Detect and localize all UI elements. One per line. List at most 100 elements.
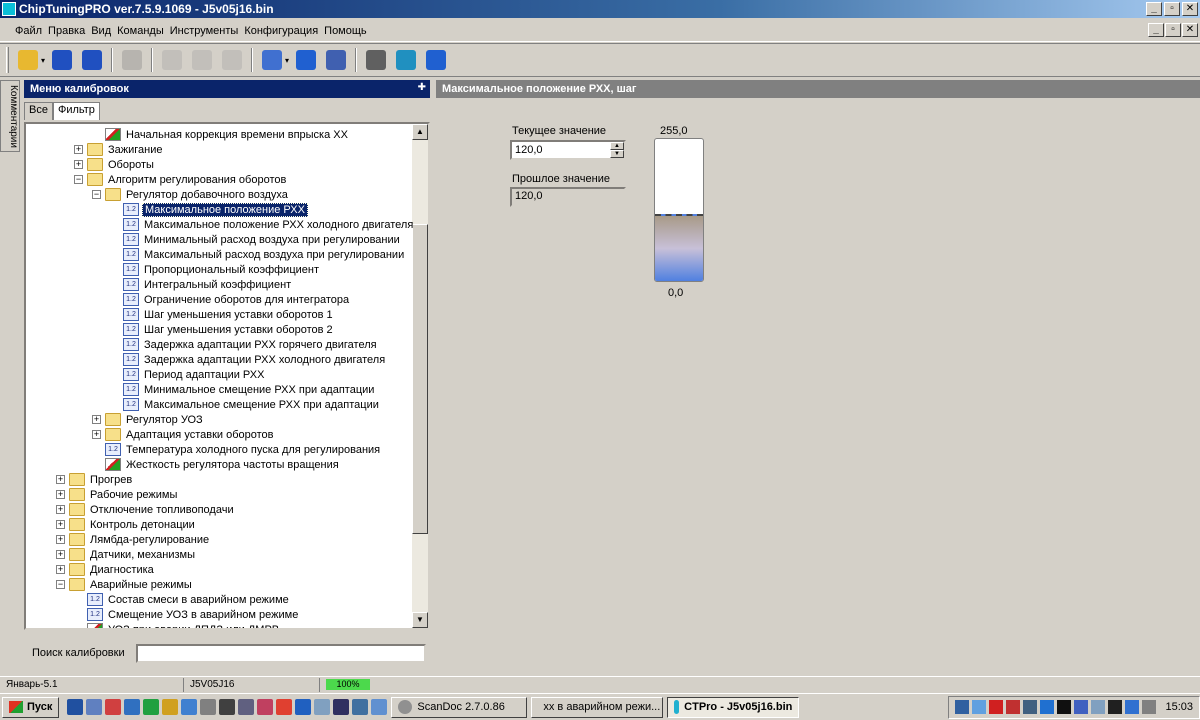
tree-item[interactable]: − Аварийные режимы — [56, 577, 194, 592]
quick-launch-icon[interactable] — [105, 699, 122, 715]
toolbar-grip[interactable] — [6, 47, 9, 73]
expand-icon[interactable]: + — [56, 475, 65, 484]
mdi-minimize-button[interactable]: _ — [1148, 23, 1164, 37]
copy-button[interactable] — [159, 47, 185, 73]
paste-button[interactable] — [189, 47, 215, 73]
info-button[interactable] — [293, 47, 319, 73]
search-button[interactable] — [323, 47, 349, 73]
print-button[interactable] — [119, 47, 145, 73]
tray-icon[interactable] — [1108, 700, 1123, 714]
menu-tools[interactable]: Инструменты — [167, 25, 242, 37]
tree-item[interactable]: 1.2 Период адаптации РХХ — [110, 367, 266, 382]
expand-icon[interactable]: + — [56, 565, 65, 574]
taskbar-task[interactable]: ScanDoc 2.7.0.86 — [391, 696, 528, 718]
tree-item[interactable]: + Адаптация уставки оборотов — [92, 427, 276, 442]
scroll-up-button[interactable]: ▲ — [412, 124, 428, 140]
undo-button[interactable] — [219, 47, 245, 73]
quick-launch-icon[interactable] — [143, 699, 160, 715]
tray-icon[interactable] — [1006, 700, 1021, 714]
quick-launch-icon[interactable] — [238, 699, 255, 715]
clock[interactable]: 15:03 — [1165, 701, 1193, 713]
dropdown-arrow-icon[interactable]: ▾ — [41, 56, 45, 65]
tree-item[interactable]: + Регулятор УОЗ — [92, 412, 205, 427]
tree-item[interactable]: + Зажигание — [74, 142, 165, 157]
quick-launch-icon[interactable] — [371, 699, 388, 715]
expand-icon[interactable]: + — [92, 430, 101, 439]
help-button[interactable] — [423, 47, 449, 73]
save-as-button[interactable] — [79, 47, 105, 73]
start-button[interactable]: Пуск — [2, 696, 60, 718]
quick-launch-icon[interactable] — [67, 699, 84, 715]
tree-item[interactable]: − Регулятор добавочного воздуха — [92, 187, 290, 202]
tree-item[interactable]: + Обороты — [74, 157, 156, 172]
tree-item[interactable]: + Лямбда-регулирование — [56, 532, 211, 547]
tree-item[interactable]: 1.2 Задержка адаптации РХХ горячего двига… — [110, 337, 379, 352]
tree-item[interactable]: УОЗ при аварии ДПДЗ или ДМРВ — [74, 622, 281, 628]
tree-item[interactable]: 1.2 Шаг уменьшения уставки оборотов 2 — [110, 322, 335, 337]
tree-item[interactable]: 1.2 Максимальное смещение РХХ при адаптац… — [110, 397, 381, 412]
close-button[interactable]: ✕ — [1182, 2, 1198, 16]
tree-item[interactable]: Начальная коррекция времени впрыска XX — [92, 127, 350, 142]
tree-item[interactable]: 1.2 Задержка адаптации РХХ холодного двиг… — [110, 352, 387, 367]
tree-item[interactable]: 1.2 Максимальный расход воздуха при регул… — [110, 247, 406, 262]
expand-icon[interactable]: + — [56, 520, 65, 529]
tree-item[interactable]: + Рабочие режимы — [56, 487, 179, 502]
comments-tab[interactable]: Комментарии — [0, 80, 20, 152]
tree-item[interactable]: 1.2 Шаг уменьшения уставки оборотов 1 — [110, 307, 335, 322]
mdi-close-button[interactable]: ✕ — [1182, 23, 1198, 37]
tray-icon[interactable] — [1023, 700, 1038, 714]
collapse-icon[interactable]: − — [56, 580, 65, 589]
quick-launch-icon[interactable] — [276, 699, 293, 715]
quick-launch-icon[interactable] — [200, 699, 217, 715]
tree-item[interactable]: Жесткость регулятора частоты вращения — [92, 457, 341, 472]
taskbar-task[interactable]: CTPro - J5v05j16.bin — [667, 696, 800, 718]
tree-item[interactable]: + Прогрев — [56, 472, 134, 487]
compare-button[interactable] — [259, 47, 285, 73]
expand-icon[interactable]: + — [56, 490, 65, 499]
tree-item[interactable]: 1.2 Максимальное положение РХХ холодного … — [110, 217, 415, 232]
quick-launch-icon[interactable] — [333, 699, 350, 715]
collapse-icon[interactable]: − — [74, 175, 83, 184]
tree-item[interactable]: + Датчики, механизмы — [56, 547, 197, 562]
mdi-restore-button[interactable]: ▫ — [1165, 23, 1181, 37]
tray-icon[interactable] — [1074, 700, 1089, 714]
tray-icon[interactable] — [1091, 700, 1106, 714]
expand-icon[interactable]: + — [56, 550, 65, 559]
menu-edit[interactable]: Правка — [45, 25, 88, 37]
tree-item[interactable]: 1.2 Интегральный коэффициент — [110, 277, 293, 292]
value-gauge[interactable] — [654, 138, 704, 282]
taskbar-task[interactable]: хх в аварийном режи... — [531, 696, 664, 718]
menu-config[interactable]: Конфигурация — [241, 25, 321, 37]
tray-icon[interactable] — [989, 700, 1004, 714]
quick-launch-icon[interactable] — [124, 699, 141, 715]
tree-item[interactable]: + Отключение топливоподачи — [56, 502, 236, 517]
current-value-stepper[interactable]: ▲ ▼ — [510, 140, 626, 160]
minimize-button[interactable]: _ — [1146, 2, 1162, 16]
quick-launch-icon[interactable] — [295, 699, 312, 715]
stepper-up-button[interactable]: ▲ — [610, 142, 624, 150]
tools-button[interactable] — [363, 47, 389, 73]
tray-icon[interactable] — [1142, 700, 1157, 714]
tray-icon[interactable] — [1125, 700, 1140, 714]
scroll-thumb[interactable] — [412, 224, 428, 534]
tree-item[interactable]: 1.2 Пропорциональный коэффициент — [110, 262, 321, 277]
stepper-down-button[interactable]: ▼ — [610, 150, 624, 158]
tray-icon[interactable] — [955, 700, 970, 714]
menu-help[interactable]: Помощь — [321, 25, 370, 37]
tab-all[interactable]: Все — [24, 102, 53, 120]
globe-button[interactable] — [393, 47, 419, 73]
pin-icon[interactable]: ✚ — [418, 82, 426, 93]
quick-launch-icon[interactable] — [181, 699, 198, 715]
tab-filter[interactable]: Фильтр — [52, 102, 100, 120]
quick-launch-icon[interactable] — [86, 699, 103, 715]
expand-icon[interactable]: + — [56, 505, 65, 514]
tray-icon[interactable] — [1040, 700, 1055, 714]
menu-file[interactable]: Файл — [12, 25, 45, 37]
tray-icon[interactable] — [972, 700, 987, 714]
tree-item[interactable]: 1.2 Максимальное положение РХХ — [110, 202, 308, 217]
tree-item[interactable]: + Диагностика — [56, 562, 156, 577]
tree-item[interactable]: 1.2 Смещение УОЗ в аварийном режиме — [74, 607, 300, 622]
expand-icon[interactable]: + — [74, 160, 83, 169]
menu-view[interactable]: Вид — [88, 25, 114, 37]
quick-launch-icon[interactable] — [352, 699, 369, 715]
